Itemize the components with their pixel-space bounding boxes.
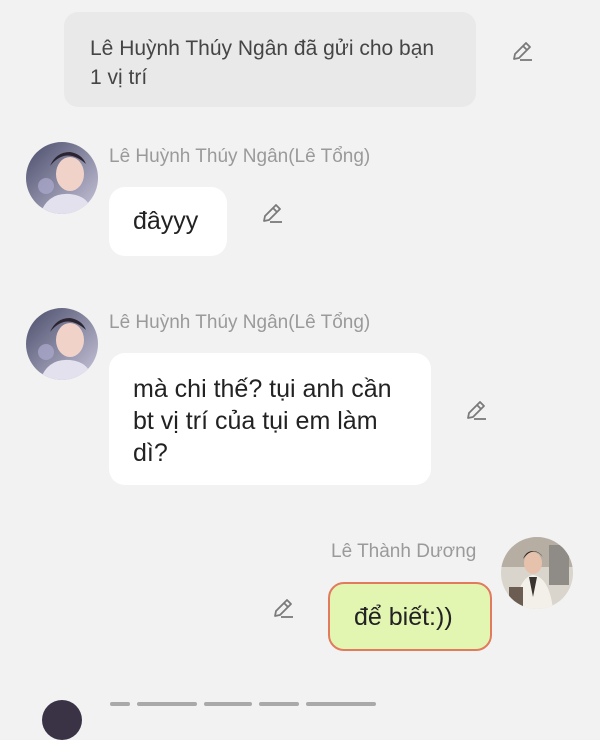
message-text: đâyyy xyxy=(133,207,199,235)
pencil-edit-icon[interactable] xyxy=(462,397,490,425)
sender-name: Lê Thành Dương xyxy=(331,541,477,562)
message-text: để biết:)) xyxy=(354,603,453,631)
sender-name-partial xyxy=(110,702,410,708)
system-message: Lê Huỳnh Thúy Ngân đã gửi cho bạn 1 vị t… xyxy=(64,12,476,107)
pencil-edit-icon[interactable] xyxy=(508,38,536,66)
avatar[interactable] xyxy=(501,537,573,609)
sender-name: Lê Huỳnh Thúy Ngân(Lê Tổng) xyxy=(109,146,371,167)
message-text: mà chi thế? tụi anh cần bt vị trí của tụ… xyxy=(133,375,392,467)
avatar[interactable] xyxy=(26,308,98,380)
system-message-text: Lê Huỳnh Thúy Ngân đã gửi cho bạn 1 vị t… xyxy=(90,37,435,89)
message-bubble[interactable]: đâyyy xyxy=(109,187,227,256)
message-bubble[interactable]: mà chi thế? tụi anh cần bt vị trí của tụ… xyxy=(109,353,431,485)
pencil-edit-icon[interactable] xyxy=(269,595,297,623)
pencil-edit-icon[interactable] xyxy=(258,200,286,228)
avatar[interactable] xyxy=(42,700,82,740)
avatar[interactable] xyxy=(26,142,98,214)
message-bubble-own[interactable]: để biết:)) xyxy=(328,582,492,651)
sender-name: Lê Huỳnh Thúy Ngân(Lê Tổng) xyxy=(109,312,371,333)
